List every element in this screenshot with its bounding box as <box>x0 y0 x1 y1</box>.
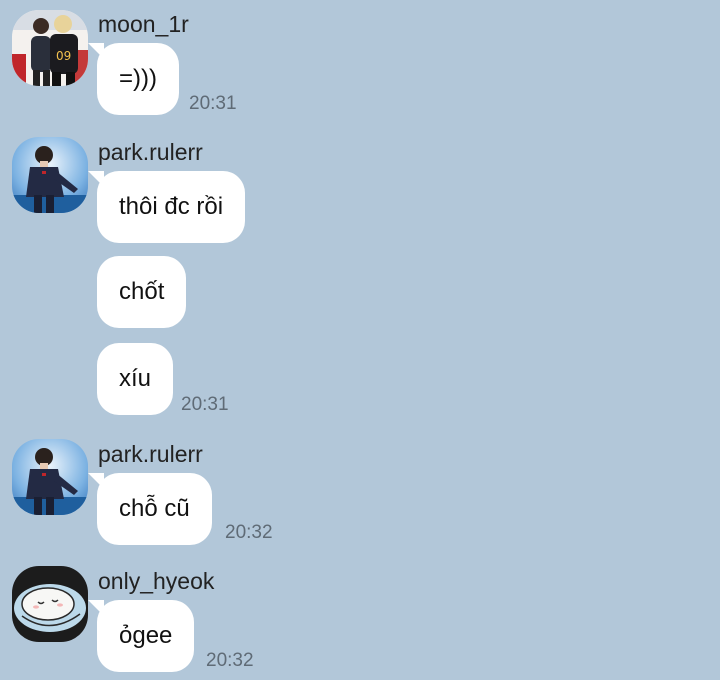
sender-name: park.rulerr <box>98 139 203 165</box>
message-timestamp: 20:31 <box>189 93 237 114</box>
sender-name: moon_1r <box>98 11 189 37</box>
message-bubble[interactable]: chỗ cũ <box>88 473 212 545</box>
avatar-park-rulerr[interactable] <box>12 439 88 515</box>
svg-text:09: 09 <box>56 49 71 63</box>
profile-photo-icon: 09 <box>12 10 88 86</box>
profile-photo-icon <box>12 439 88 515</box>
message-bubble[interactable]: =))) <box>88 43 179 115</box>
message-bubble[interactable]: thôi đc rồi <box>87 171 246 243</box>
message-timestamp: 20:31 <box>181 394 229 415</box>
message-bubble[interactable]: chốt <box>97 256 187 328</box>
profile-photo-icon <box>12 137 88 213</box>
avatar-moon-1r[interactable]: 09 <box>12 10 88 86</box>
avatar-park-rulerr[interactable] <box>12 137 88 213</box>
message-bubble[interactable]: ỏgee <box>87 600 195 672</box>
message-timestamp: 20:32 <box>206 650 254 671</box>
avatar-only-hyeok[interactable] <box>12 566 88 642</box>
message-bubble[interactable]: xíu <box>97 343 174 415</box>
chat-message-list[interactable]: 09 moon_1r =))) 20:31 park.rulerr thôi đ… <box>0 0 720 680</box>
profile-cartoon-icon <box>12 566 88 642</box>
message-timestamp: 20:32 <box>225 522 273 543</box>
sender-name: park.rulerr <box>98 441 203 467</box>
sender-name: only_hyeok <box>98 568 215 594</box>
